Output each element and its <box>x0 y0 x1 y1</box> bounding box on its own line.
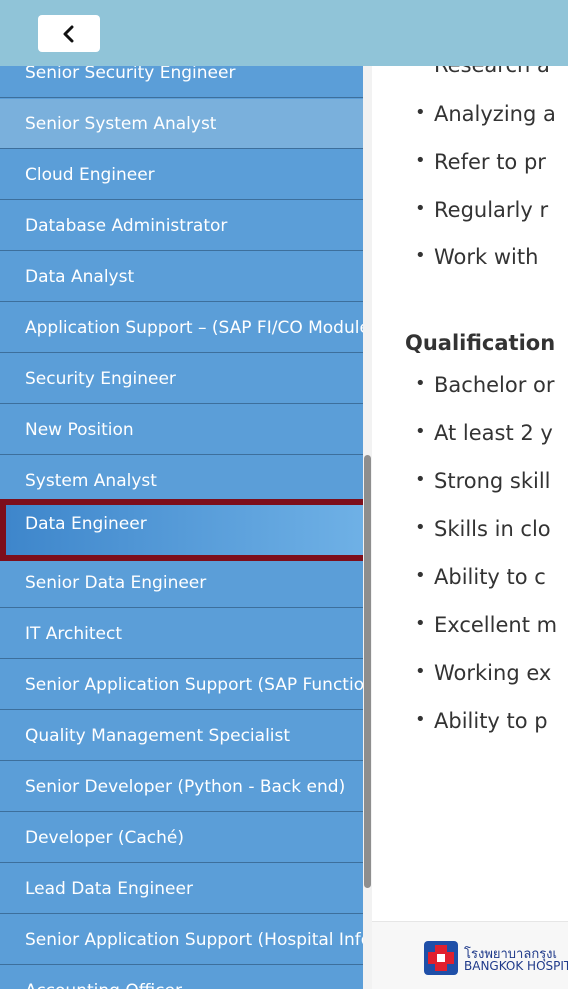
sidebar-scrollbar-thumb[interactable] <box>364 455 371 888</box>
qualification-item: Working ex <box>415 661 551 685</box>
responsibility-item: Regularly r <box>415 198 548 222</box>
menu-item-security-engineer[interactable]: Security Engineer <box>0 354 363 404</box>
responsibility-item: Work with <box>415 245 538 269</box>
qualification-heading: Qualification <box>405 331 556 355</box>
chevron-left-icon <box>62 25 76 43</box>
menu-item-new-position[interactable]: New Position <box>0 405 363 455</box>
menu-item-lead-data-engineer[interactable]: Lead Data Engineer <box>0 864 363 914</box>
menu-item-developer-cache[interactable]: Developer (Caché) <box>0 813 363 863</box>
responsibility-item: Refer to pr <box>415 150 546 174</box>
position-menu: Senior Security Engineer Senior System A… <box>0 48 372 989</box>
qualification-item: Ability to p <box>415 709 548 733</box>
hospital-logo-icon[interactable] <box>424 941 458 975</box>
job-detail-panel: Research a Analyzing a Refer to pr Regul… <box>372 66 568 989</box>
menu-item-accounting-officer[interactable]: Accounting Officer <box>0 966 363 989</box>
menu-item-database-administrator[interactable]: Database Administrator <box>0 201 363 251</box>
menu-item-senior-developer-python[interactable]: Senior Developer (Python - Back end) <box>0 762 363 812</box>
responsibility-item: Analyzing a <box>415 102 556 126</box>
menu-item-senior-application-support-sap[interactable]: Senior Application Support (SAP Function… <box>0 660 363 710</box>
menu-item-quality-management-specialist[interactable]: Quality Management Specialist <box>0 711 363 761</box>
qualification-item: At least 2 y <box>415 421 553 445</box>
menu-item-data-analyst[interactable]: Data Analyst <box>0 252 363 302</box>
menu-item-application-support-sap-fico[interactable]: Application Support – (SAP FI/CO Module) <box>0 303 363 353</box>
menu-item-cloud-engineer[interactable]: Cloud Engineer <box>0 150 363 200</box>
qualification-item: Ability to c <box>415 565 546 589</box>
menu-item-senior-data-engineer[interactable]: Senior Data Engineer <box>0 558 363 608</box>
menu-item-senior-system-analyst[interactable]: Senior System Analyst <box>0 99 363 149</box>
hospital-name-english: BANGKOK HOSPIT <box>464 959 568 973</box>
menu-item-data-engineer[interactable]: Data Engineer <box>0 499 372 561</box>
qualification-item: Strong skill <box>415 469 550 493</box>
qualification-item: Bachelor or <box>415 373 554 397</box>
back-button[interactable] <box>38 15 100 52</box>
footer: โรงพยาบาลกรุงเ BANGKOK HOSPIT <box>372 921 568 989</box>
top-bar <box>0 0 568 66</box>
menu-item-senior-application-support-hospital[interactable]: Senior Application Support (Hospital Inf… <box>0 915 363 965</box>
menu-item-it-architect[interactable]: IT Architect <box>0 609 363 659</box>
qualification-item: Skills in clo <box>415 517 551 541</box>
responsibility-item: Research a <box>415 66 550 77</box>
qualification-item: Excellent m <box>415 613 557 637</box>
